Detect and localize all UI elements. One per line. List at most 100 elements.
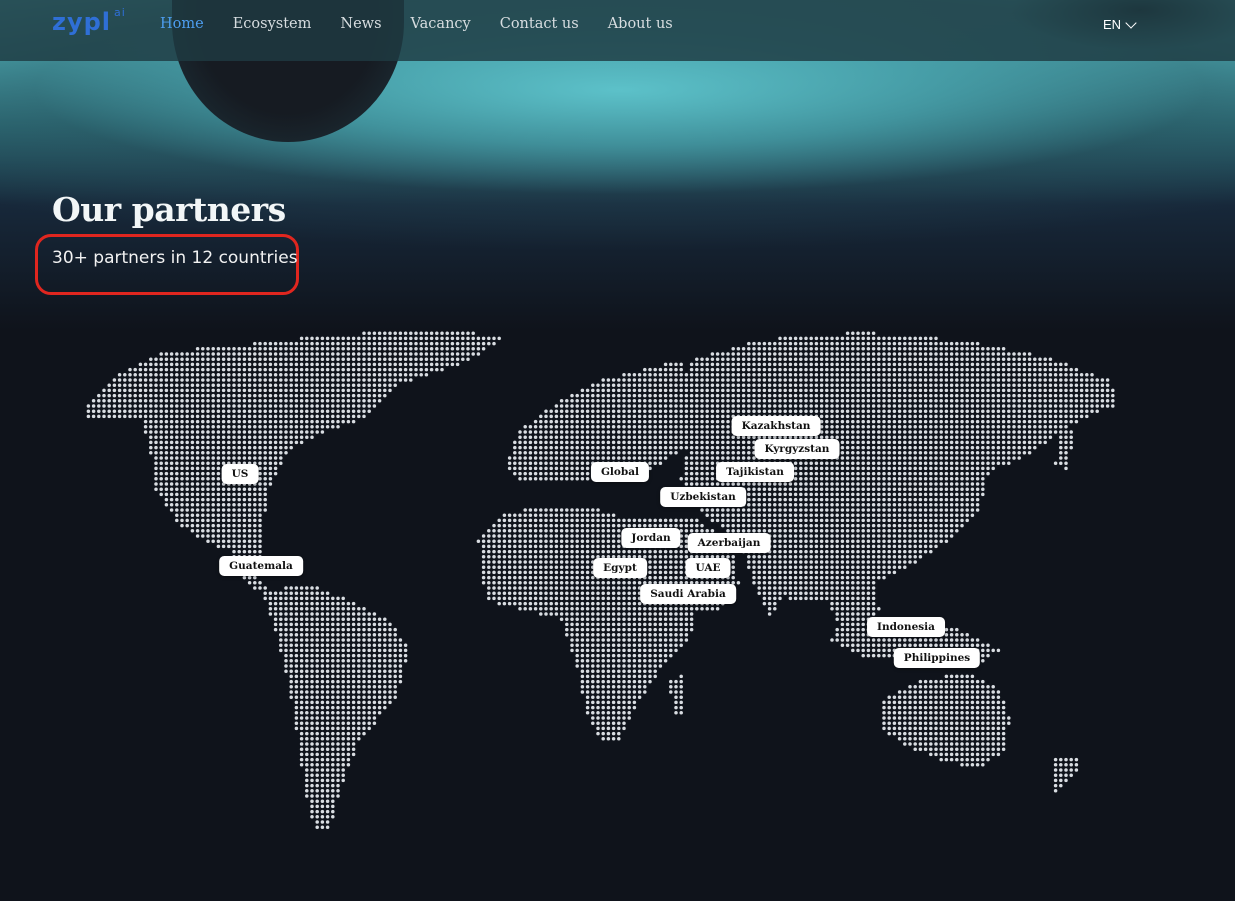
- map-dot: [565, 508, 569, 512]
- map-dot: [206, 378, 210, 382]
- map-dot: [544, 461, 548, 465]
- map-dot: [559, 435, 564, 439]
- map-dot: [845, 388, 850, 393]
- map-dot: [279, 362, 283, 367]
- map-dot: [643, 388, 647, 393]
- map-dot: [903, 471, 907, 476]
- map-dot: [908, 347, 912, 351]
- map-dot: [845, 440, 850, 445]
- map-dot: [923, 430, 928, 434]
- map-dot: [882, 492, 886, 497]
- map-dot: [622, 373, 626, 377]
- map-dot: [481, 549, 486, 554]
- map-dot: [367, 383, 371, 387]
- map-dot: [840, 373, 845, 377]
- map-dot: [705, 440, 709, 445]
- map-dot: [102, 409, 106, 413]
- map-dot: [632, 409, 637, 413]
- map-dot: [403, 373, 408, 377]
- map-dot: [258, 419, 262, 424]
- map-dot: [315, 409, 319, 413]
- map-dot: [996, 357, 1001, 361]
- map-dot: [190, 378, 195, 382]
- map-dot: [242, 425, 247, 429]
- map-dot: [835, 461, 839, 465]
- map-dot: [611, 388, 616, 393]
- map-dot: [341, 336, 345, 341]
- map-dot: [1064, 404, 1068, 408]
- map-dot: [934, 466, 938, 471]
- map-dot: [679, 430, 683, 434]
- map-dot: [809, 409, 813, 413]
- map-dot: [1027, 404, 1032, 408]
- map-dot: [783, 492, 787, 497]
- map-dot: [169, 373, 174, 377]
- map-dot: [1074, 404, 1079, 408]
- map-dot: [86, 404, 91, 408]
- map-dot: [871, 503, 876, 507]
- map-dot: [970, 440, 975, 445]
- map-dot: [804, 513, 808, 517]
- map-dot: [331, 414, 335, 419]
- map-dot: [325, 341, 330, 346]
- map-dot: [845, 378, 850, 382]
- map-dot: [1085, 378, 1089, 382]
- map-dot: [195, 534, 200, 538]
- map-dot: [721, 482, 725, 486]
- map-dot: [237, 508, 241, 512]
- map-dot: [138, 373, 143, 377]
- map-dot: [840, 347, 845, 351]
- map-dot: [830, 503, 834, 507]
- map-dot: [887, 362, 891, 367]
- map-dot: [195, 414, 200, 419]
- map-dot: [1074, 393, 1079, 398]
- map-dot: [663, 435, 668, 439]
- map-dot: [133, 409, 137, 413]
- map-dot: [273, 414, 278, 419]
- map-dot: [185, 461, 189, 465]
- map-dot: [918, 518, 923, 523]
- map-dot: [897, 393, 902, 398]
- map-dot: [591, 529, 595, 533]
- map-dot: [606, 388, 611, 393]
- map-dot: [643, 414, 647, 419]
- map-dot: [799, 404, 803, 408]
- map-dot: [814, 336, 819, 341]
- map-dot: [658, 456, 663, 460]
- map-dot: [882, 503, 886, 507]
- map-dot: [554, 523, 559, 528]
- map-dot: [944, 435, 949, 439]
- map-dot: [273, 388, 278, 393]
- map-dot: [268, 419, 273, 424]
- map-dot: [809, 362, 813, 367]
- map-dot: [762, 409, 767, 413]
- map-dot: [627, 425, 631, 429]
- map-dot: [502, 539, 507, 543]
- map-dot: [975, 440, 980, 445]
- map-dot: [554, 404, 559, 408]
- map-dot: [908, 482, 912, 486]
- map-dot: [934, 414, 938, 419]
- map-dot: [669, 399, 673, 403]
- map-dot: [263, 425, 267, 429]
- map-dot: [705, 404, 709, 408]
- map-dot: [923, 544, 928, 549]
- map-dot: [559, 399, 564, 403]
- map-dot: [559, 539, 564, 543]
- map-dot: [731, 440, 735, 445]
- map-dot: [1027, 399, 1032, 403]
- map-dot: [840, 393, 845, 398]
- map-dot: [908, 373, 912, 377]
- map-dot: [830, 399, 834, 403]
- map-dot: [762, 362, 767, 367]
- map-dot: [830, 347, 834, 351]
- map-dot: [819, 487, 824, 491]
- map-dot: [580, 534, 585, 538]
- map-dot: [643, 451, 647, 455]
- map-dot: [201, 487, 205, 491]
- map-dot: [164, 497, 169, 502]
- map-dot: [320, 399, 325, 403]
- map-dot: [923, 399, 928, 403]
- map-dot: [1059, 456, 1063, 460]
- map-dot: [773, 518, 777, 523]
